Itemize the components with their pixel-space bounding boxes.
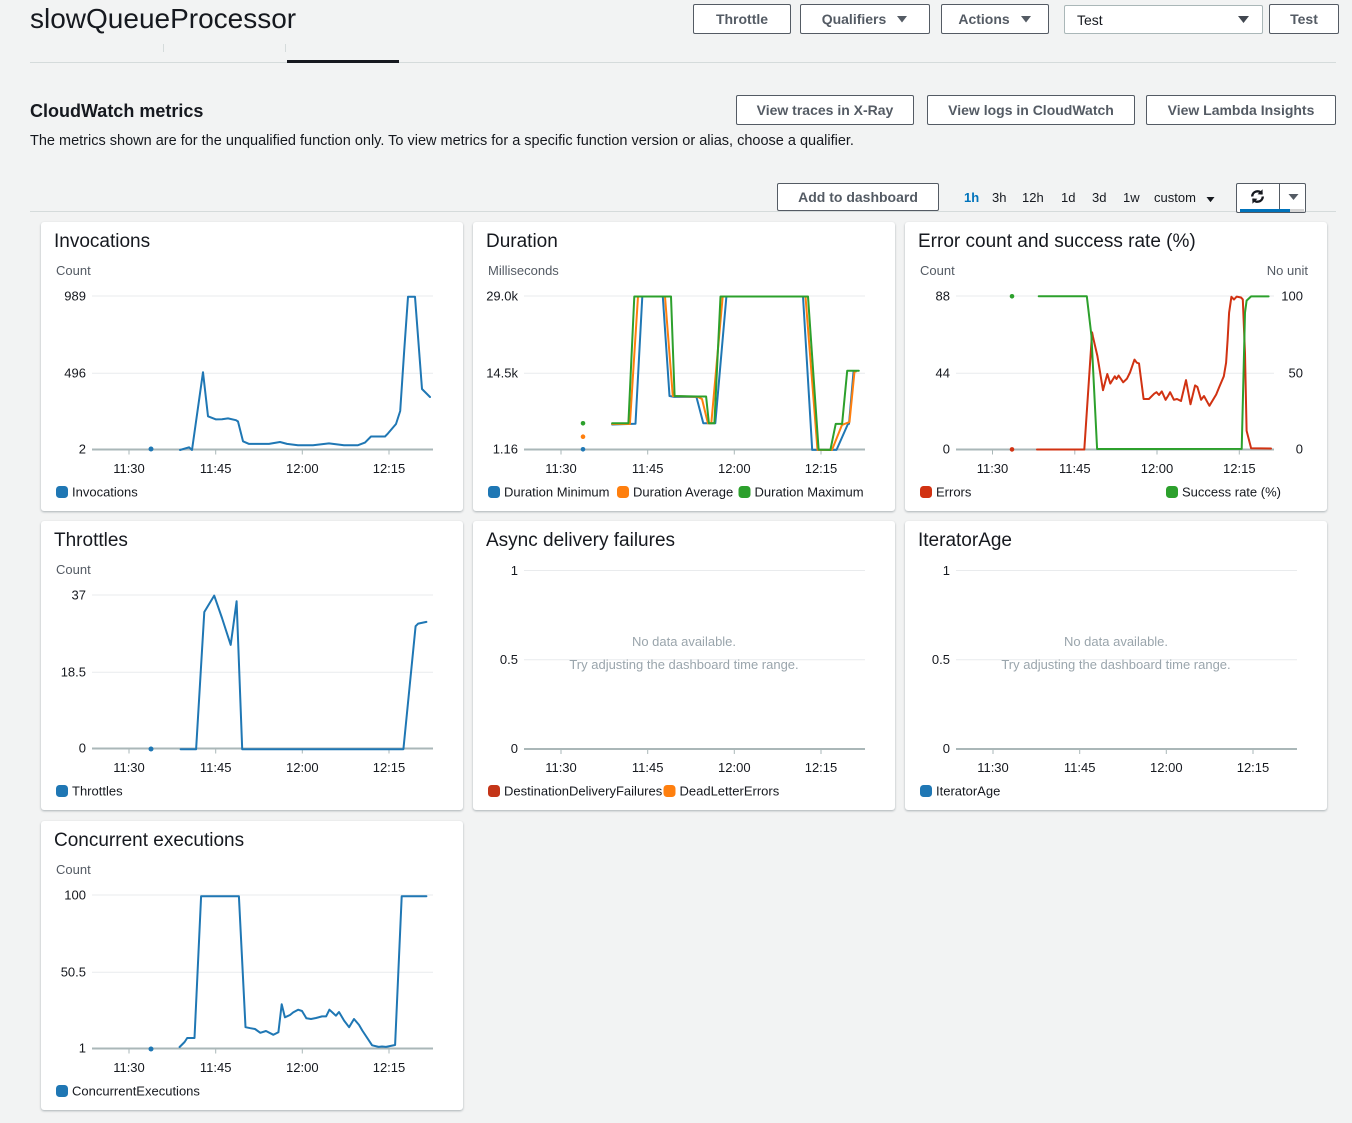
svg-text:Milliseconds: Milliseconds [488, 263, 559, 278]
svg-text:11:45: 11:45 [632, 461, 664, 476]
svg-text:No data available.: No data available. [632, 634, 736, 649]
svg-text:DestinationDeliveryFailures: DestinationDeliveryFailures [504, 784, 663, 799]
svg-text:11:30: 11:30 [113, 1060, 145, 1075]
svg-text:1: 1 [511, 563, 518, 578]
svg-text:11:45: 11:45 [200, 461, 232, 476]
svg-text:IteratorAge: IteratorAge [936, 784, 1000, 799]
svg-text:11:45: 11:45 [1064, 760, 1096, 775]
svg-text:29.0k: 29.0k [486, 288, 518, 303]
svg-text:0.5: 0.5 [932, 652, 950, 667]
svg-text:44: 44 [936, 365, 950, 380]
svg-text:0: 0 [1296, 442, 1303, 457]
svg-text:Throttles: Throttles [54, 530, 128, 551]
svg-text:12:00: 12:00 [1141, 461, 1174, 476]
svg-text:12:00: 12:00 [286, 1060, 319, 1075]
svg-text:12:15: 12:15 [805, 461, 838, 476]
svg-text:IteratorAge: IteratorAge [918, 530, 1012, 551]
svg-text:Count: Count [56, 562, 91, 577]
svg-text:No data available.: No data available. [1064, 634, 1168, 649]
svg-text:11:30: 11:30 [977, 760, 1009, 775]
svg-text:989: 989 [64, 288, 86, 303]
svg-text:Async delivery failures: Async delivery failures [486, 530, 675, 551]
svg-text:Invocations: Invocations [72, 485, 138, 500]
svg-text:Count: Count [56, 862, 91, 877]
svg-text:Count: Count [920, 263, 955, 278]
svg-text:Duration Maximum: Duration Maximum [755, 485, 864, 500]
svg-text:37: 37 [72, 587, 86, 602]
svg-text:12:00: 12:00 [1150, 760, 1183, 775]
svg-text:1: 1 [943, 563, 950, 578]
svg-text:No unit: No unit [1267, 263, 1309, 278]
svg-text:12:15: 12:15 [373, 461, 406, 476]
svg-text:14.5k: 14.5k [486, 365, 518, 380]
svg-text:11:45: 11:45 [200, 1060, 232, 1075]
svg-text:1: 1 [79, 1040, 86, 1055]
svg-text:Count: Count [56, 263, 91, 278]
svg-text:Error count and success rate (: Error count and success rate (%) [918, 231, 1196, 252]
svg-text:DeadLetterErrors: DeadLetterErrors [680, 784, 780, 799]
svg-text:12:00: 12:00 [286, 760, 319, 775]
svg-text:100: 100 [1281, 288, 1303, 303]
svg-text:0: 0 [943, 741, 950, 756]
svg-text:18.5: 18.5 [61, 664, 86, 679]
svg-text:Concurrent executions: Concurrent executions [54, 830, 244, 851]
svg-text:2: 2 [79, 442, 86, 457]
svg-text:12:00: 12:00 [718, 760, 751, 775]
svg-text:Success rate (%): Success rate (%) [1182, 485, 1281, 500]
svg-text:0: 0 [79, 741, 86, 756]
svg-text:0: 0 [943, 442, 950, 457]
svg-text:Errors: Errors [936, 485, 972, 500]
svg-text:1.16: 1.16 [493, 442, 518, 457]
svg-text:12:00: 12:00 [286, 461, 319, 476]
svg-text:Try adjusting the dashboard ti: Try adjusting the dashboard time range. [1001, 657, 1230, 672]
svg-text:12:15: 12:15 [805, 760, 838, 775]
svg-text:12:15: 12:15 [373, 1060, 406, 1075]
svg-text:88: 88 [936, 288, 950, 303]
svg-text:12:15: 12:15 [1237, 760, 1270, 775]
svg-text:11:45: 11:45 [1059, 461, 1091, 476]
svg-text:12:00: 12:00 [718, 461, 751, 476]
svg-text:Invocations: Invocations [54, 231, 150, 252]
svg-text:Duration Average: Duration Average [633, 485, 733, 500]
svg-text:11:45: 11:45 [632, 760, 664, 775]
svg-text:496: 496 [64, 365, 86, 380]
svg-text:11:30: 11:30 [545, 461, 577, 476]
svg-text:Duration Minimum: Duration Minimum [504, 485, 609, 500]
svg-text:11:30: 11:30 [113, 760, 145, 775]
svg-text:ConcurrentExecutions: ConcurrentExecutions [72, 1083, 200, 1098]
svg-text:11:30: 11:30 [977, 461, 1009, 476]
svg-text:12:15: 12:15 [1223, 461, 1256, 476]
svg-text:Throttles: Throttles [72, 784, 123, 799]
svg-text:0.5: 0.5 [500, 652, 518, 667]
svg-text:100: 100 [64, 887, 86, 902]
svg-text:Try adjusting the dashboard ti: Try adjusting the dashboard time range. [569, 657, 798, 672]
svg-text:Duration: Duration [486, 231, 558, 252]
svg-text:0: 0 [511, 741, 518, 756]
svg-text:11:30: 11:30 [113, 461, 145, 476]
svg-text:11:30: 11:30 [545, 760, 577, 775]
svg-text:50: 50 [1289, 365, 1303, 380]
svg-text:11:45: 11:45 [200, 760, 232, 775]
svg-text:50.5: 50.5 [61, 964, 86, 979]
svg-text:12:15: 12:15 [373, 760, 406, 775]
